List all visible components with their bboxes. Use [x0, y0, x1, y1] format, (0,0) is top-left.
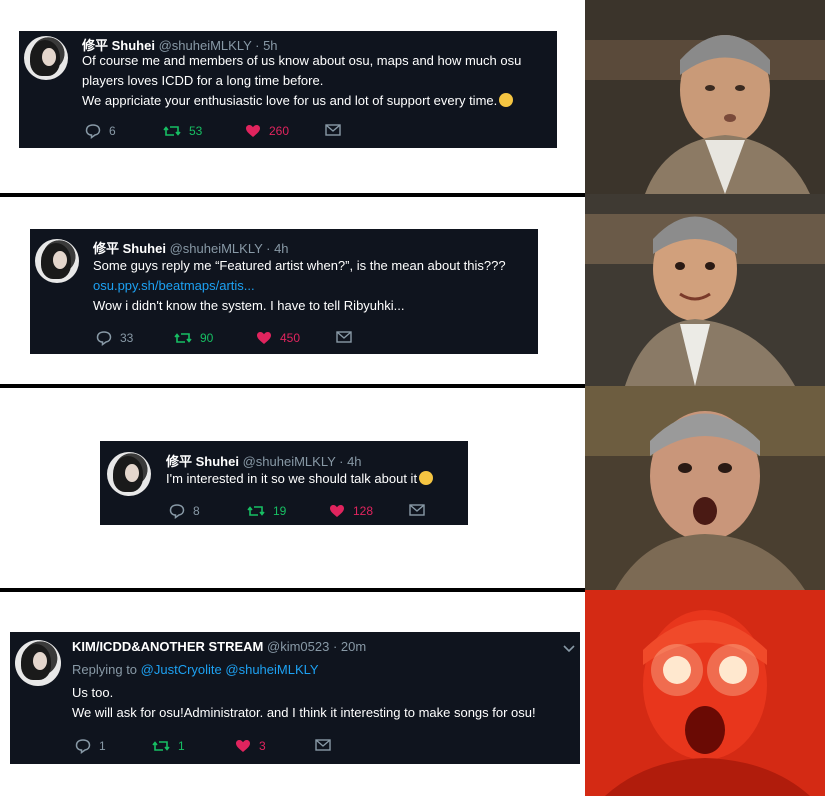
like-button[interactable]: 260: [245, 123, 289, 139]
tweet-card[interactable]: 修平 Shuhei @shuheiMLKLY · 5h Of course me…: [19, 31, 557, 148]
tweet-card[interactable]: 修平 Shuhei @shuheiMLKLY · 4h I'm interest…: [100, 441, 468, 525]
tweet-text-line: I'm interested in it so we should talk a…: [166, 471, 418, 486]
like-count: 3: [259, 739, 266, 753]
retweet-icon: [152, 741, 170, 751]
reaction-image-2: [585, 194, 825, 386]
direct-message-button[interactable]: [325, 123, 341, 137]
retweet-button[interactable]: 90: [174, 330, 213, 346]
tweet-text-line: Some guys reply me “Featured artist when…: [93, 258, 506, 273]
retweet-icon: [247, 506, 265, 516]
avatar[interactable]: [107, 452, 151, 496]
retweet-count: 1: [178, 739, 185, 753]
mail-icon: [325, 124, 341, 136]
reply-count: 8: [193, 504, 200, 518]
retweet-count: 53: [189, 124, 203, 138]
tweet-text-line: We appriciate your enthusiastic love for…: [82, 93, 498, 108]
like-count: 128: [353, 504, 374, 518]
tweet-text-line: Of course me and members of us know abou…: [82, 53, 522, 68]
retweet-icon: [163, 126, 181, 136]
like-count: 450: [280, 331, 301, 345]
like-button[interactable]: 450: [256, 330, 300, 346]
direct-message-button[interactable]: [315, 738, 331, 752]
author-name[interactable]: 修平 Shuhei: [93, 241, 166, 256]
replying-to-handles[interactable]: @JustCryolite @shuheiMLKLY: [141, 662, 319, 677]
reply-count: 6: [109, 124, 116, 138]
like-button[interactable]: 128: [329, 503, 373, 519]
chevron-down-icon[interactable]: [562, 644, 576, 654]
panel-divider-3: [0, 588, 585, 592]
reply-count: 33: [120, 331, 134, 345]
retweet-button[interactable]: 53: [163, 123, 202, 139]
author-handle[interactable]: @shuheiMLKLY · 4h: [243, 454, 362, 469]
avatar[interactable]: [15, 640, 61, 686]
reply-count: 1: [99, 739, 106, 753]
reply-button[interactable]: 8: [169, 503, 200, 519]
tweet-text-line: We will ask for osu!Administrator. and I…: [72, 705, 536, 720]
reaction-image-3: [585, 386, 825, 590]
heart-icon: [236, 740, 250, 752]
rock-hand-emoji-icon: [499, 93, 514, 107]
reaction-image-4: [585, 590, 825, 796]
tweet-card[interactable]: 修平 Shuhei @shuheiMLKLY · 4h Some guys re…: [30, 229, 538, 354]
reply-icon: [85, 124, 101, 139]
like-count: 260: [269, 124, 290, 138]
heart-icon: [330, 505, 344, 517]
panel-divider-2: [0, 384, 585, 388]
tweet-card[interactable]: KIM/ICDD&ANOTHER STREAM @kim0523 · 20m R…: [10, 632, 580, 764]
reaction-image-1: [585, 0, 825, 194]
replying-to-label: Replying to: [72, 662, 138, 677]
author-name[interactable]: 修平 Shuhei: [166, 454, 239, 469]
tweet-text-line: Us too.: [72, 685, 114, 700]
tweet-text-line: Wow i didn't know the system. I have to …: [93, 298, 405, 313]
tweet-text-line: players loves ICDD for a long time befor…: [82, 73, 324, 88]
reply-button[interactable]: 1: [75, 738, 106, 754]
like-button[interactable]: 3: [235, 738, 266, 754]
smirk-emoji-icon: [419, 471, 434, 485]
mail-icon: [409, 504, 425, 516]
reply-button[interactable]: 33: [96, 330, 133, 346]
author-handle[interactable]: @kim0523 · 20m: [267, 639, 366, 654]
retweet-icon: [174, 333, 192, 343]
retweet-button[interactable]: 1: [152, 738, 185, 754]
reply-icon: [169, 504, 185, 519]
mail-icon: [336, 331, 352, 343]
avatar[interactable]: [24, 36, 68, 80]
direct-message-button[interactable]: [409, 503, 425, 517]
heart-icon: [246, 125, 260, 137]
retweet-button[interactable]: 19: [247, 503, 286, 519]
panel-divider-1: [0, 193, 585, 197]
retweet-count: 90: [200, 331, 214, 345]
tweet-link[interactable]: osu.ppy.sh/beatmaps/artis...: [93, 276, 506, 296]
reaction-meme-column: [585, 0, 825, 796]
reply-icon: [96, 331, 112, 346]
author-handle[interactable]: @shuheiMLKLY · 4h: [170, 241, 289, 256]
author-name[interactable]: KIM/ICDD&ANOTHER STREAM: [72, 639, 263, 654]
reply-icon: [75, 739, 91, 754]
heart-icon: [257, 332, 271, 344]
avatar[interactable]: [35, 239, 79, 283]
direct-message-button[interactable]: [336, 330, 352, 344]
retweet-count: 19: [273, 504, 287, 518]
reply-button[interactable]: 6: [85, 123, 116, 139]
mail-icon: [315, 739, 331, 751]
